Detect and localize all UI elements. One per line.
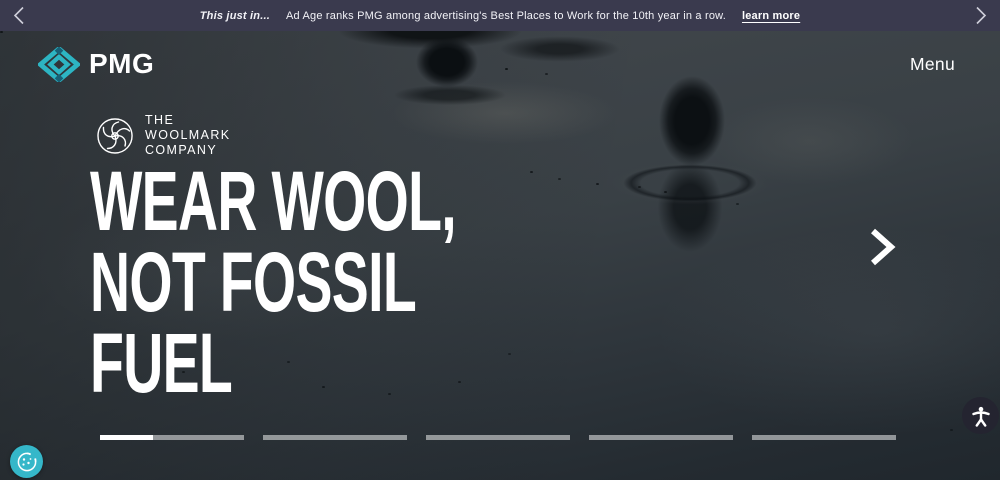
pmg-logo-text: PMG xyxy=(89,48,154,80)
water-specks-decoration xyxy=(0,31,3,33)
chevron-left-icon xyxy=(13,6,25,25)
carousel-indicator-fill xyxy=(100,435,153,440)
accessibility-person-icon xyxy=(970,405,992,427)
brand-line: THE xyxy=(145,113,231,128)
cookie-settings-button[interactable] xyxy=(10,445,43,478)
pmg-logo[interactable]: PMG xyxy=(38,47,154,82)
menu-button[interactable]: Menu xyxy=(910,54,955,75)
announcement-next-button[interactable] xyxy=(964,0,998,31)
carousel-progress-indicators xyxy=(100,435,896,440)
headline-line: FUEL xyxy=(90,323,456,404)
carousel-indicator-2[interactable] xyxy=(263,435,407,440)
hero-carousel-slide: PMG Menu THE WOOLMARK COMPANY xyxy=(0,31,1000,480)
announcement-learn-more-link[interactable]: learn more xyxy=(742,10,800,22)
carousel-indicator-5[interactable] xyxy=(752,435,896,440)
announcement-prefix: This just in... xyxy=(200,10,270,22)
woolmark-swirl-icon xyxy=(95,116,135,156)
accessibility-button[interactable] xyxy=(962,397,999,434)
woolmark-brand-lockup: THE WOOLMARK COMPANY xyxy=(95,113,231,158)
announcement-bar: This just in... Ad Age ranks PMG among a… xyxy=(0,0,1000,31)
pmg-homepage: This just in... Ad Age ranks PMG among a… xyxy=(0,0,1000,480)
announcement-prev-button[interactable] xyxy=(2,0,36,31)
announcement-content: This just in... Ad Age ranks PMG among a… xyxy=(200,10,800,22)
hero-headline: WEAR WOOL, NOT FOSSIL FUEL xyxy=(90,161,645,404)
chevron-right-icon xyxy=(869,228,896,266)
cookie-icon xyxy=(15,450,39,474)
brand-line: WOOLMARK xyxy=(145,128,231,143)
carousel-indicator-3[interactable] xyxy=(426,435,570,440)
chevron-right-icon xyxy=(975,6,987,25)
woolmark-brand-name: THE WOOLMARK COMPANY xyxy=(145,113,231,158)
pmg-diamond-icon xyxy=(38,47,80,82)
carousel-next-button[interactable] xyxy=(866,225,898,269)
headline-line: NOT FOSSIL xyxy=(90,242,456,323)
site-header: PMG Menu xyxy=(0,39,1000,89)
headline-line: WEAR WOOL, xyxy=(90,161,456,242)
carousel-indicator-1[interactable] xyxy=(100,435,244,440)
announcement-message: Ad Age ranks PMG among advertising's Bes… xyxy=(286,10,726,22)
carousel-indicator-4[interactable] xyxy=(589,435,733,440)
